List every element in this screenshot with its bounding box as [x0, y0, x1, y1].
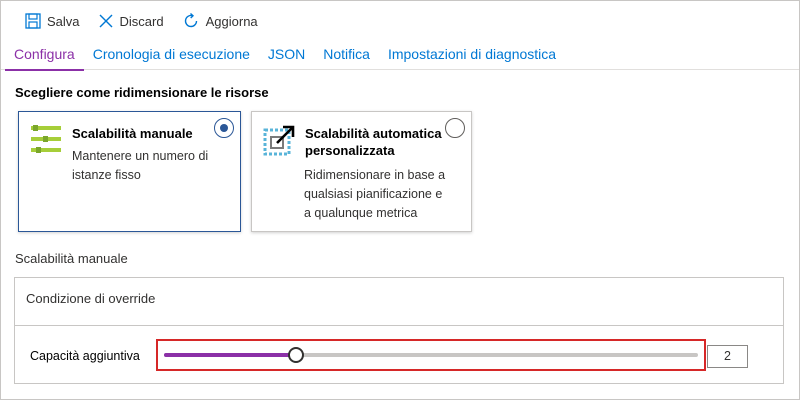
section-title: Scegliere come ridimensionare le risorse: [15, 85, 269, 100]
manual-scale-icon: [31, 125, 61, 153]
capacity-slider-highlight: [156, 339, 706, 371]
command-bar: Salva Discard Aggiorna: [1, 1, 799, 41]
capacity-slider-thumb[interactable]: [287, 347, 304, 363]
save-button[interactable]: Salva: [25, 6, 80, 36]
capacity-slider-fill: [164, 353, 296, 357]
manual-scale-title: Scalabilità manuale: [72, 126, 193, 141]
capacity-slider-track[interactable]: [164, 347, 698, 363]
refresh-icon: [184, 12, 197, 28]
tab-bar: Configura Cronologia di esecuzione JSON …: [1, 41, 799, 71]
autoscale-card[interactable]: Scalabilità automatica personalizzata Ri…: [251, 111, 472, 232]
manual-scale-radio[interactable]: [214, 118, 234, 138]
save-label: Salva: [47, 13, 80, 29]
autoscale-description: Ridimensionare in base a qualsiasi piani…: [304, 168, 446, 220]
capacity-value-input[interactable]: 2: [707, 345, 748, 368]
manual-scale-section-label: Scalabilità manuale: [15, 251, 128, 266]
manual-scale-card[interactable]: Scalabilità manuale Mantenere un numero …: [18, 111, 241, 232]
autoscale-icon: [263, 125, 295, 156]
tab-cronologia[interactable]: Cronologia di esecuzione: [84, 41, 259, 70]
manual-scale-description: Mantenere un numero di istanze fisso: [72, 149, 209, 182]
autoscale-title: Scalabilità automatica personalizzata: [305, 126, 442, 158]
tab-json[interactable]: JSON: [259, 41, 314, 70]
override-panel: Condizione di override Capacità aggiunti…: [14, 277, 784, 384]
close-icon: [99, 14, 113, 28]
discard-button[interactable]: Discard: [98, 6, 164, 36]
tab-impostazioni-diagnostica[interactable]: Impostazioni di diagnostica: [379, 41, 565, 70]
capacity-label: Capacità aggiuntiva: [30, 349, 140, 363]
autoscale-radio[interactable]: [445, 118, 465, 138]
refresh-button[interactable]: Aggiorna: [182, 6, 258, 36]
tab-notifica[interactable]: Notifica: [314, 41, 379, 70]
save-icon: [25, 13, 41, 29]
tab-configura[interactable]: Configura: [5, 41, 84, 71]
refresh-label: Aggiorna: [205, 13, 258, 29]
discard-label: Discard: [119, 13, 164, 29]
override-condition-label: Condizione di override: [15, 278, 783, 326]
